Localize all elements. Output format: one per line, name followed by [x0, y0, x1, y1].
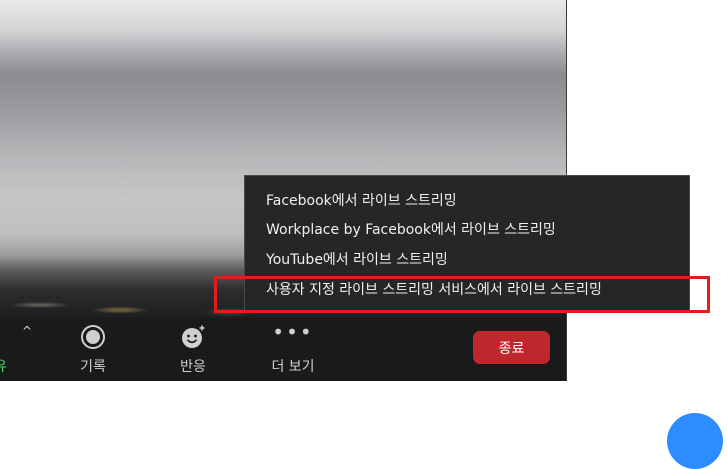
reactions-button[interactable]: 반응: [168, 318, 218, 381]
share-screen-button[interactable]: 유: [0, 318, 14, 381]
menu-item-youtube-live[interactable]: YouTube에서 라이브 스트리밍: [266, 248, 448, 272]
more-label: 더 보기: [271, 359, 315, 375]
share-screen-label: 유: [0, 356, 7, 376]
end-meeting-button[interactable]: 종료: [473, 331, 550, 364]
record-circle-icon: [81, 325, 105, 349]
highlight-box: [214, 276, 710, 313]
ellipsis-icon: •••: [272, 320, 314, 344]
more-button[interactable]: ••• 더 보기: [262, 318, 324, 381]
menu-item-facebook-live[interactable]: Facebook에서 라이브 스트리밍: [266, 189, 457, 213]
record-label: 기록: [80, 359, 106, 375]
chevron-up-icon[interactable]: ^: [18, 324, 36, 338]
record-button[interactable]: 기록: [68, 318, 118, 381]
smiley-plus-icon: [182, 325, 205, 348]
reactions-label: 반응: [180, 359, 206, 375]
menu-item-workplace-live[interactable]: Workplace by Facebook에서 라이브 스트리밍: [266, 218, 556, 242]
help-bubble[interactable]: [667, 413, 723, 469]
